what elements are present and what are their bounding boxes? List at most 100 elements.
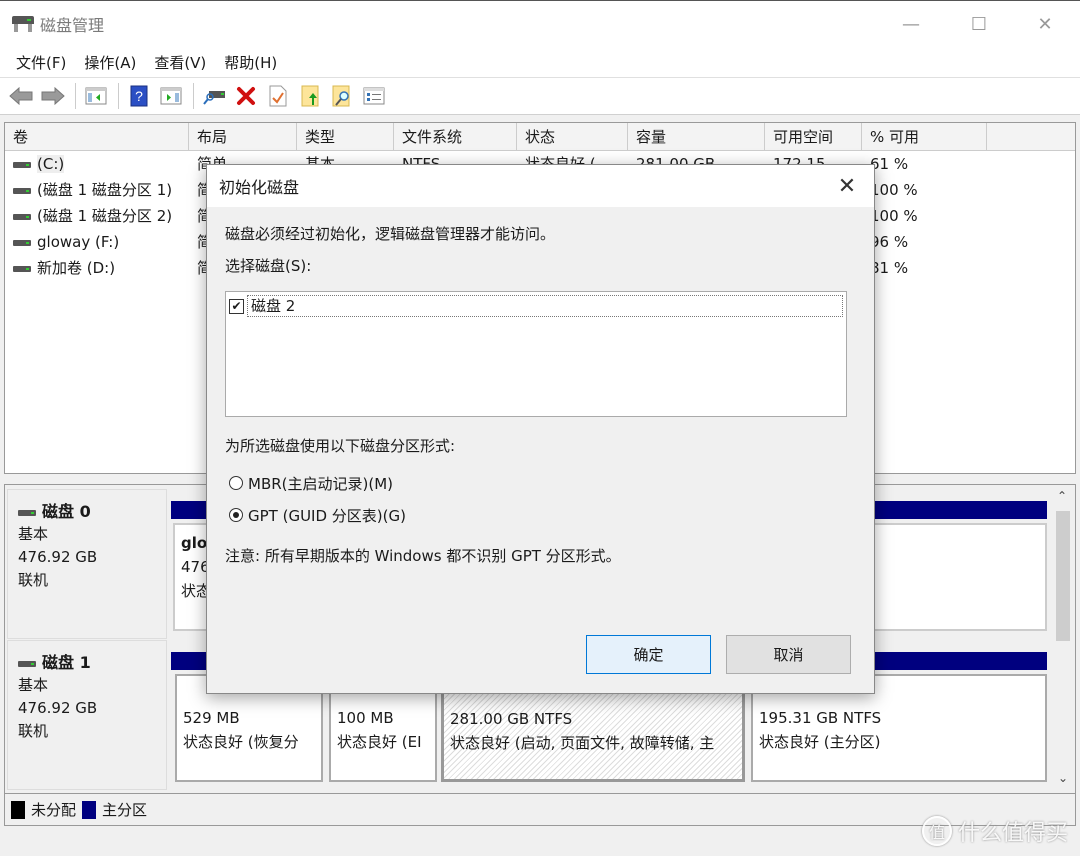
- cell-volume-name: gloway (F:): [5, 229, 189, 255]
- disk-list-item[interactable]: ✔ 磁盘 2: [229, 295, 843, 317]
- show-hide-action-pane-button[interactable]: [156, 82, 186, 110]
- close-icon: ✕: [1037, 13, 1053, 35]
- toolbar: ?: [0, 77, 1080, 115]
- svg-text:?: ?: [135, 88, 143, 104]
- show-hide-console-tree-button[interactable]: [81, 82, 111, 110]
- column-header-layout[interactable]: 布局: [189, 123, 297, 150]
- disk-management-app-icon: [12, 16, 34, 32]
- delete-button[interactable]: [231, 82, 261, 110]
- close-button[interactable]: ✕: [1010, 1, 1080, 47]
- column-header-percent-free[interactable]: % 可用: [862, 123, 987, 150]
- help-icon: ?: [130, 85, 148, 107]
- scrollbar-thumb[interactable]: [1056, 511, 1070, 641]
- maximize-icon: ☐: [970, 13, 988, 35]
- settings-list-button[interactable]: [359, 82, 389, 110]
- dialog-close-button[interactable]: ✕: [830, 169, 864, 203]
- column-header-status[interactable]: 状态: [517, 123, 628, 150]
- gpt-radio-option[interactable]: GPT (GUID 分区表)(G): [225, 499, 856, 531]
- watermark-badge-icon: 值: [921, 816, 952, 846]
- menu-action[interactable]: 操作(A): [76, 52, 144, 73]
- disk-view-scrollbar[interactable]: ⌃ ⌄: [1053, 487, 1073, 787]
- cell-volume-name: (磁盘 1 磁盘分区 1): [5, 177, 189, 203]
- disk-size: 476.92 GB: [18, 548, 98, 566]
- cancel-button[interactable]: 取消: [726, 635, 851, 674]
- cell-volume-name: (磁盘 1 磁盘分区 2): [5, 203, 189, 229]
- disk-icon: [18, 660, 36, 667]
- forward-icon: [41, 87, 65, 105]
- volume-label: (C:): [37, 155, 65, 173]
- scroll-up-icon[interactable]: ⌃: [1057, 489, 1067, 503]
- maximize-button[interactable]: ☐: [944, 1, 1014, 47]
- volume-drive-icon: [13, 187, 31, 194]
- volume-label: gloway (F:): [37, 233, 120, 251]
- partition-size: 100 MB: [337, 709, 394, 727]
- show-hide-action-pane-icon: [160, 87, 182, 105]
- disk-size: 476.92 GB: [18, 699, 98, 717]
- settings-list-icon: [363, 87, 385, 105]
- legend-label-primary: 主分区: [102, 801, 148, 819]
- column-header-type[interactable]: 类型: [297, 123, 394, 150]
- scroll-down-icon[interactable]: ⌄: [1058, 771, 1068, 785]
- partition-size: 195.31 GB NTFS: [759, 709, 882, 727]
- minimize-button[interactable]: —: [876, 1, 946, 47]
- select-disk-label: 选择磁盘(S):: [225, 257, 312, 275]
- volume-drive-icon: [13, 161, 31, 168]
- cell-percent-free: 100 %: [870, 207, 918, 225]
- gpt-compatibility-note: 注意: 所有早期版本的 Windows 都不识别 GPT 分区形式。: [225, 547, 621, 565]
- mbr-radio-option[interactable]: MBR(主启动记录)(M): [225, 467, 856, 499]
- connect-disk-button[interactable]: [199, 82, 229, 110]
- watermark: 值 什么值得买: [921, 815, 1068, 847]
- legend-swatch-primary: [82, 800, 97, 819]
- disk-checkbox[interactable]: ✔: [229, 298, 244, 314]
- ok-button[interactable]: 确定: [586, 635, 711, 674]
- gpt-radio-label: GPT (GUID 分区表)(G): [248, 506, 406, 525]
- find-button[interactable]: [327, 82, 357, 110]
- mbr-radio-label: MBR(主启动记录)(M): [248, 474, 394, 493]
- connect-disk-icon: [203, 91, 225, 105]
- export-list-button[interactable]: [295, 82, 325, 110]
- menu-help[interactable]: 帮助(H): [216, 52, 285, 73]
- back-button[interactable]: [6, 82, 36, 110]
- column-header-filler: [987, 123, 1075, 150]
- menu-file[interactable]: 文件(F): [8, 52, 74, 73]
- window-title: 磁盘管理: [40, 16, 105, 35]
- disk-list-item-label: 磁盘 2: [247, 295, 843, 317]
- column-header-volume[interactable]: 卷: [5, 123, 189, 150]
- volume-drive-icon: [13, 265, 31, 272]
- mbr-radio[interactable]: [229, 476, 243, 490]
- help-button[interactable]: ?: [124, 82, 154, 110]
- column-header-free-space[interactable]: 可用空间: [765, 123, 862, 150]
- toolbar-separator: [75, 83, 76, 109]
- disk-select-listbox[interactable]: ✔ 磁盘 2: [225, 291, 847, 417]
- export-list-icon: [301, 85, 319, 107]
- partition-size: 281.00 GB NTFS: [450, 710, 573, 728]
- minimize-icon: —: [902, 13, 920, 35]
- dialog-body: 磁盘必须经过初始化，逻辑磁盘管理器才能访问。 选择磁盘(S): ✔ 磁盘 2 为…: [207, 207, 874, 585]
- cell-percent-free: 100 %: [870, 181, 918, 199]
- disk-icon: [18, 509, 36, 516]
- toolbar-separator: [193, 83, 194, 109]
- find-icon: [332, 85, 350, 107]
- column-header-capacity[interactable]: 容量: [628, 123, 765, 150]
- volume-list-header: 卷 布局 类型 文件系统 状态 容量 可用空间 % 可用: [5, 123, 1075, 151]
- legend: 未分配 主分区: [4, 794, 1076, 826]
- partition-status: 状态良好 (启动, 页面文件, 故障转储, 主: [450, 734, 715, 752]
- properties-button[interactable]: [263, 82, 293, 110]
- forward-button[interactable]: [38, 82, 68, 110]
- volume-drive-icon: [13, 239, 31, 246]
- disk-name: 磁盘 0: [42, 502, 91, 521]
- menu-view[interactable]: 查看(V): [146, 52, 214, 73]
- back-icon: [9, 87, 33, 105]
- status-bar: [0, 829, 1080, 856]
- gpt-radio[interactable]: [229, 508, 243, 522]
- volume-drive-icon: [13, 213, 31, 220]
- partition-size: 529 MB: [183, 709, 240, 727]
- disk-info-panel[interactable]: 磁盘 1 基本 476.92 GB 联机: [7, 640, 167, 790]
- toolbar-separator: [118, 83, 119, 109]
- disk-info-panel[interactable]: 磁盘 0 基本 476.92 GB 联机: [7, 489, 167, 639]
- partition-status: 状态良好 (EI: [337, 733, 422, 751]
- volume-label: 新加卷 (D:): [37, 259, 116, 277]
- column-header-filesystem[interactable]: 文件系统: [394, 123, 517, 150]
- partition-style-label: 为所选磁盘使用以下磁盘分区形式:: [225, 437, 456, 455]
- close-icon: ✕: [837, 173, 857, 199]
